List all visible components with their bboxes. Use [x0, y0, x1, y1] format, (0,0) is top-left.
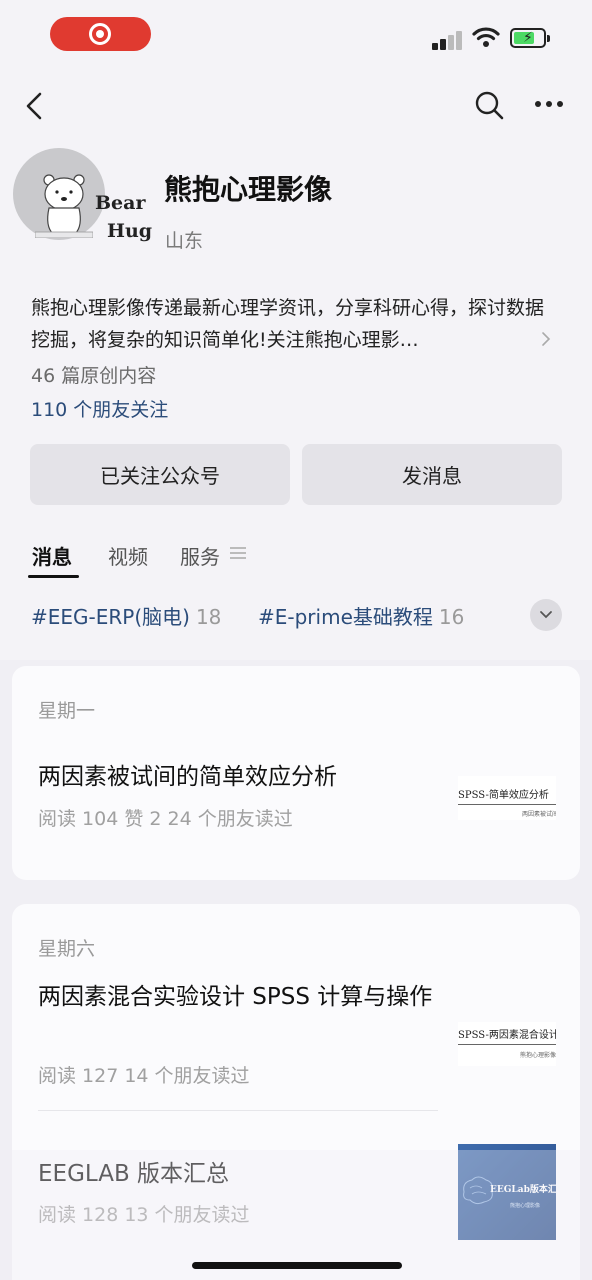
thumb-title-text: EEGLab版本汇总: [490, 1185, 556, 1195]
topic-tag[interactable]: #E-prime基础教程 16: [258, 601, 464, 630]
friends-following-link[interactable]: 110 个朋友关注: [31, 395, 168, 422]
send-message-button[interactable]: 发消息: [302, 444, 562, 505]
search-icon[interactable]: [474, 90, 504, 120]
article-stats: 阅读 128 13 个朋友读过: [38, 1204, 250, 1226]
topic-label: #EEG-ERP(脑电): [31, 605, 190, 629]
back-icon[interactable]: [20, 88, 48, 124]
feed-card: 星期六 两因素混合实验设计 SPSS 计算与操作 阅读 127 14 个朋友读过…: [12, 904, 580, 1280]
original-articles-count: 46 篇原创内容: [31, 365, 157, 387]
chevron-down-icon: [540, 611, 552, 619]
divider: [38, 1110, 438, 1111]
screen-recording-indicator[interactable]: [50, 17, 151, 51]
avatar[interactable]: Bear Hug: [13, 148, 152, 242]
topic-tag[interactable]: #EEG-ERP(脑电) 18: [31, 601, 221, 630]
thumb-sub-text: 熊抱心理影像: [510, 1203, 541, 1209]
thumb-title-text: SPSS-简单效应分析: [458, 790, 549, 801]
feed-day-label: 星期一: [38, 700, 96, 722]
more-icon[interactable]: [534, 100, 564, 108]
tab-videos[interactable]: 视频: [108, 541, 148, 570]
article-thumbnail[interactable]: SPSS-两因素混合设计 熊抱心理影像: [458, 1022, 556, 1066]
avatar-text-hug: Hug: [107, 220, 153, 242]
feed-card: 星期一 两因素被试间的简单效应分析 阅读 104 赞 2 24 个朋友读过 SP…: [12, 666, 580, 880]
battery-icon: ⚡: [510, 28, 550, 48]
account-name: 熊抱心理影像: [164, 173, 333, 206]
tab-services[interactable]: 服务: [180, 541, 220, 570]
cellular-signal-icon: [432, 30, 464, 50]
topic-count: 18: [195, 605, 222, 629]
account-description[interactable]: 熊抱心理影像传递最新心理学资讯，分享科研心得，探讨数据挖掘，将复杂的知识简单化!…: [31, 292, 551, 356]
article-title[interactable]: EEGLAB 版本汇总: [38, 1156, 418, 1192]
thumb-sub-text: 熊抱心理影像: [520, 1052, 556, 1059]
menu-icon[interactable]: [230, 546, 246, 560]
article-stats: 阅读 127 14 个朋友读过: [38, 1065, 250, 1087]
article-thumbnail[interactable]: EEGLab版本汇总 熊抱心理影像: [458, 1144, 556, 1240]
thumb-sub-text: 两因素被试间分析: [522, 811, 556, 818]
followed-button[interactable]: 已关注公众号: [30, 444, 290, 505]
topic-label: #E-prime基础教程: [258, 605, 433, 629]
article-title[interactable]: 两因素被试间的简单效应分析: [38, 759, 418, 795]
active-tab-indicator: [28, 575, 79, 578]
record-icon: [89, 23, 111, 45]
avatar-text-bear: Bear: [95, 192, 146, 214]
article-thumbnail[interactable]: SPSS-简单效应分析 两因素被试间分析: [458, 776, 556, 820]
article-stats: 阅读 104 赞 2 24 个朋友读过: [38, 808, 293, 830]
topic-count: 16: [438, 605, 465, 629]
wifi-icon: [472, 27, 500, 47]
tab-messages[interactable]: 消息: [32, 541, 72, 570]
account-location: 山东: [165, 230, 204, 252]
feed-day-label: 星期六: [38, 938, 96, 960]
bear-logo-icon: [35, 174, 93, 238]
expand-topics-button[interactable]: [530, 599, 562, 631]
thumb-title-text: SPSS-两因素混合设计: [458, 1030, 556, 1041]
chevron-right-icon[interactable]: [540, 330, 552, 348]
home-indicator[interactable]: [192, 1262, 402, 1269]
article-title[interactable]: 两因素混合实验设计 SPSS 计算与操作: [38, 979, 433, 1015]
